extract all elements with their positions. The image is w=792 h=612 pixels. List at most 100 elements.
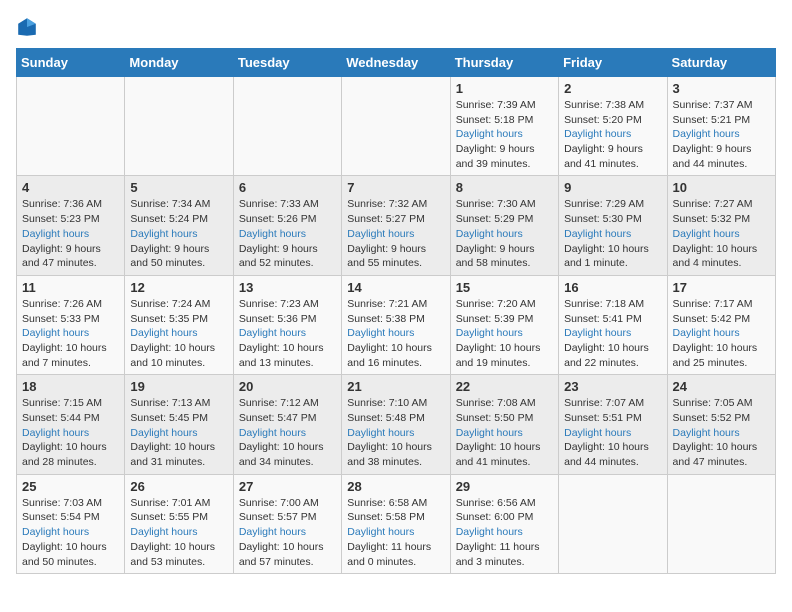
daylight-detail: Daylight: 9 hours and 52 minutes. [239, 242, 336, 271]
daylight-detail: Daylight: 10 hours and 10 minutes. [130, 341, 227, 370]
day-info: Sunrise: 7:29 AMSunset: 5:30 PMDaylight … [564, 197, 661, 270]
day-number: 21 [347, 379, 444, 394]
daylight-detail: Daylight: 9 hours and 47 minutes. [22, 242, 119, 271]
daylight-hours-link[interactable]: Daylight hours [130, 228, 197, 240]
day-number: 16 [564, 280, 661, 295]
daylight-hours-link[interactable]: Daylight hours [130, 427, 197, 439]
daylight-hours-link[interactable]: Daylight hours [22, 427, 89, 439]
daylight-hours-link[interactable]: Daylight hours [673, 228, 740, 240]
day-number: 2 [564, 81, 661, 96]
calendar-cell [125, 77, 233, 176]
daylight-hours-link[interactable]: Daylight hours [673, 427, 740, 439]
daylight-hours-link[interactable]: Daylight hours [564, 327, 631, 339]
daylight-hours-link[interactable]: Daylight hours [564, 228, 631, 240]
calendar-cell: 6Sunrise: 7:33 AMSunset: 5:26 PMDaylight… [233, 176, 341, 275]
day-info: Sunrise: 6:56 AMSunset: 6:00 PMDaylight … [456, 496, 553, 569]
day-info: Sunrise: 7:39 AMSunset: 5:18 PMDaylight … [456, 98, 553, 171]
daylight-detail: Daylight: 10 hours and 31 minutes. [130, 440, 227, 469]
page-header [16, 16, 776, 38]
sunset-text: Sunset: 5:50 PM [456, 411, 553, 426]
daylight-detail: Daylight: 10 hours and 19 minutes. [456, 341, 553, 370]
daylight-hours-link[interactable]: Daylight hours [130, 327, 197, 339]
calendar-cell [233, 77, 341, 176]
sunset-text: Sunset: 5:52 PM [673, 411, 770, 426]
daylight-hours-link[interactable]: Daylight hours [456, 526, 523, 538]
daylight-detail: Daylight: 10 hours and 16 minutes. [347, 341, 444, 370]
day-number: 17 [673, 280, 770, 295]
daylight-detail: Daylight: 9 hours and 39 minutes. [456, 142, 553, 171]
sunset-text: Sunset: 5:41 PM [564, 312, 661, 327]
calendar-cell: 22 Sunrise: 7:08 AMSunset: 5:50 PMDayligh… [450, 375, 558, 474]
day-info: Sunrise: 7:27 AMSunset: 5:32 PMDaylight … [673, 197, 770, 270]
day-info: Sunrise: 7:03 AMSunset: 5:54 PMDaylight … [22, 496, 119, 569]
day-number: 8 [456, 180, 553, 195]
sunset-text: Sunset: 5:26 PM [239, 212, 336, 227]
daylight-detail: Daylight: 11 hours and 0 minutes. [347, 540, 444, 569]
column-header-friday: Friday [559, 49, 667, 77]
daylight-hours-link[interactable]: Daylight hours [347, 327, 414, 339]
daylight-detail: Daylight: 10 hours and 7 minutes. [22, 341, 119, 370]
daylight-hours-link[interactable]: Daylight hours [456, 228, 523, 240]
day-number: 1 [456, 81, 553, 96]
day-number: 29 [456, 479, 553, 494]
daylight-hours-link[interactable]: Daylight hours [22, 327, 89, 339]
daylight-hours-link[interactable]: Daylight hours [347, 427, 414, 439]
column-header-saturday: Saturday [667, 49, 775, 77]
daylight-hours-link[interactable]: Daylight hours [564, 128, 631, 140]
daylight-detail: Daylight: 11 hours and 3 minutes. [456, 540, 553, 569]
sunrise-text: Sunrise: 7:10 AM [347, 396, 444, 411]
daylight-hours-link[interactable]: Daylight hours [239, 427, 306, 439]
calendar-cell [342, 77, 450, 176]
daylight-hours-link[interactable]: Daylight hours [673, 128, 740, 140]
logo [16, 16, 40, 38]
daylight-detail: Daylight: 9 hours and 58 minutes. [456, 242, 553, 271]
daylight-hours-link[interactable]: Daylight hours [456, 128, 523, 140]
sunrise-text: Sunrise: 7:08 AM [456, 396, 553, 411]
daylight-hours-link[interactable]: Daylight hours [130, 526, 197, 538]
daylight-detail: Daylight: 10 hours and 13 minutes. [239, 341, 336, 370]
calendar-cell [17, 77, 125, 176]
daylight-hours-link[interactable]: Daylight hours [456, 427, 523, 439]
day-number: 27 [239, 479, 336, 494]
calendar-week-row: 25 Sunrise: 7:03 AMSunset: 5:54 PMDayligh… [17, 474, 776, 573]
sunset-text: Sunset: 5:35 PM [130, 312, 227, 327]
sunrise-text: Sunrise: 7:05 AM [673, 396, 770, 411]
daylight-hours-link[interactable]: Daylight hours [239, 327, 306, 339]
daylight-hours-link[interactable]: Daylight hours [673, 327, 740, 339]
calendar-cell: 18Sunrise: 7:15 AMSunset: 5:44 PMDayligh… [17, 375, 125, 474]
daylight-hours-link[interactable]: Daylight hours [239, 526, 306, 538]
sunset-text: Sunset: 5:45 PM [130, 411, 227, 426]
daylight-detail: Daylight: 10 hours and 28 minutes. [22, 440, 119, 469]
sunrise-text: Sunrise: 7:30 AM [456, 197, 553, 212]
day-info: Sunrise: 7:10 AMSunset: 5:48 PMDaylight … [347, 396, 444, 469]
day-number: 28 [347, 479, 444, 494]
sunset-text: Sunset: 6:00 PM [456, 510, 553, 525]
column-header-thursday: Thursday [450, 49, 558, 77]
daylight-hours-link[interactable]: Daylight hours [347, 526, 414, 538]
sunrise-text: Sunrise: 7:21 AM [347, 297, 444, 312]
sunrise-text: Sunrise: 7:34 AM [130, 197, 227, 212]
daylight-hours-link[interactable]: Daylight hours [22, 228, 89, 240]
day-info: Sunrise: 7:17 AMSunset: 5:42 PMDaylight … [673, 297, 770, 370]
day-info: Sunrise: 7:05 AMSunset: 5:52 PMDaylight … [673, 396, 770, 469]
sunrise-text: Sunrise: 7:38 AM [564, 98, 661, 113]
day-number: 26 [130, 479, 227, 494]
sunrise-text: Sunrise: 7:12 AM [239, 396, 336, 411]
daylight-hours-link[interactable]: Daylight hours [239, 228, 306, 240]
day-info: Sunrise: 7:18 AMSunset: 5:41 PMDaylight … [564, 297, 661, 370]
day-info: Sunrise: 7:26 AMSunset: 5:33 PMDaylight … [22, 297, 119, 370]
calendar-cell: 27Sunrise: 7:00 AMSunset: 5:57 PMDayligh… [233, 474, 341, 573]
calendar-cell: 11Sunrise: 7:26 AMSunset: 5:33 PMDayligh… [17, 275, 125, 374]
sunrise-text: Sunrise: 7:01 AM [130, 496, 227, 511]
calendar-week-row: 11Sunrise: 7:26 AMSunset: 5:33 PMDayligh… [17, 275, 776, 374]
daylight-hours-link[interactable]: Daylight hours [22, 526, 89, 538]
daylight-hours-link[interactable]: Daylight hours [564, 427, 631, 439]
day-number: 25 [22, 479, 119, 494]
daylight-hours-link[interactable]: Daylight hours [456, 327, 523, 339]
daylight-hours-link[interactable]: Daylight hours [347, 228, 414, 240]
day-number: 22 [456, 379, 553, 394]
calendar-cell: 10Sunrise: 7:27 AMSunset: 5:32 PMDayligh… [667, 176, 775, 275]
day-info: Sunrise: 7:12 AMSunset: 5:47 PMDaylight … [239, 396, 336, 469]
sunset-text: Sunset: 5:39 PM [456, 312, 553, 327]
sunset-text: Sunset: 5:38 PM [347, 312, 444, 327]
